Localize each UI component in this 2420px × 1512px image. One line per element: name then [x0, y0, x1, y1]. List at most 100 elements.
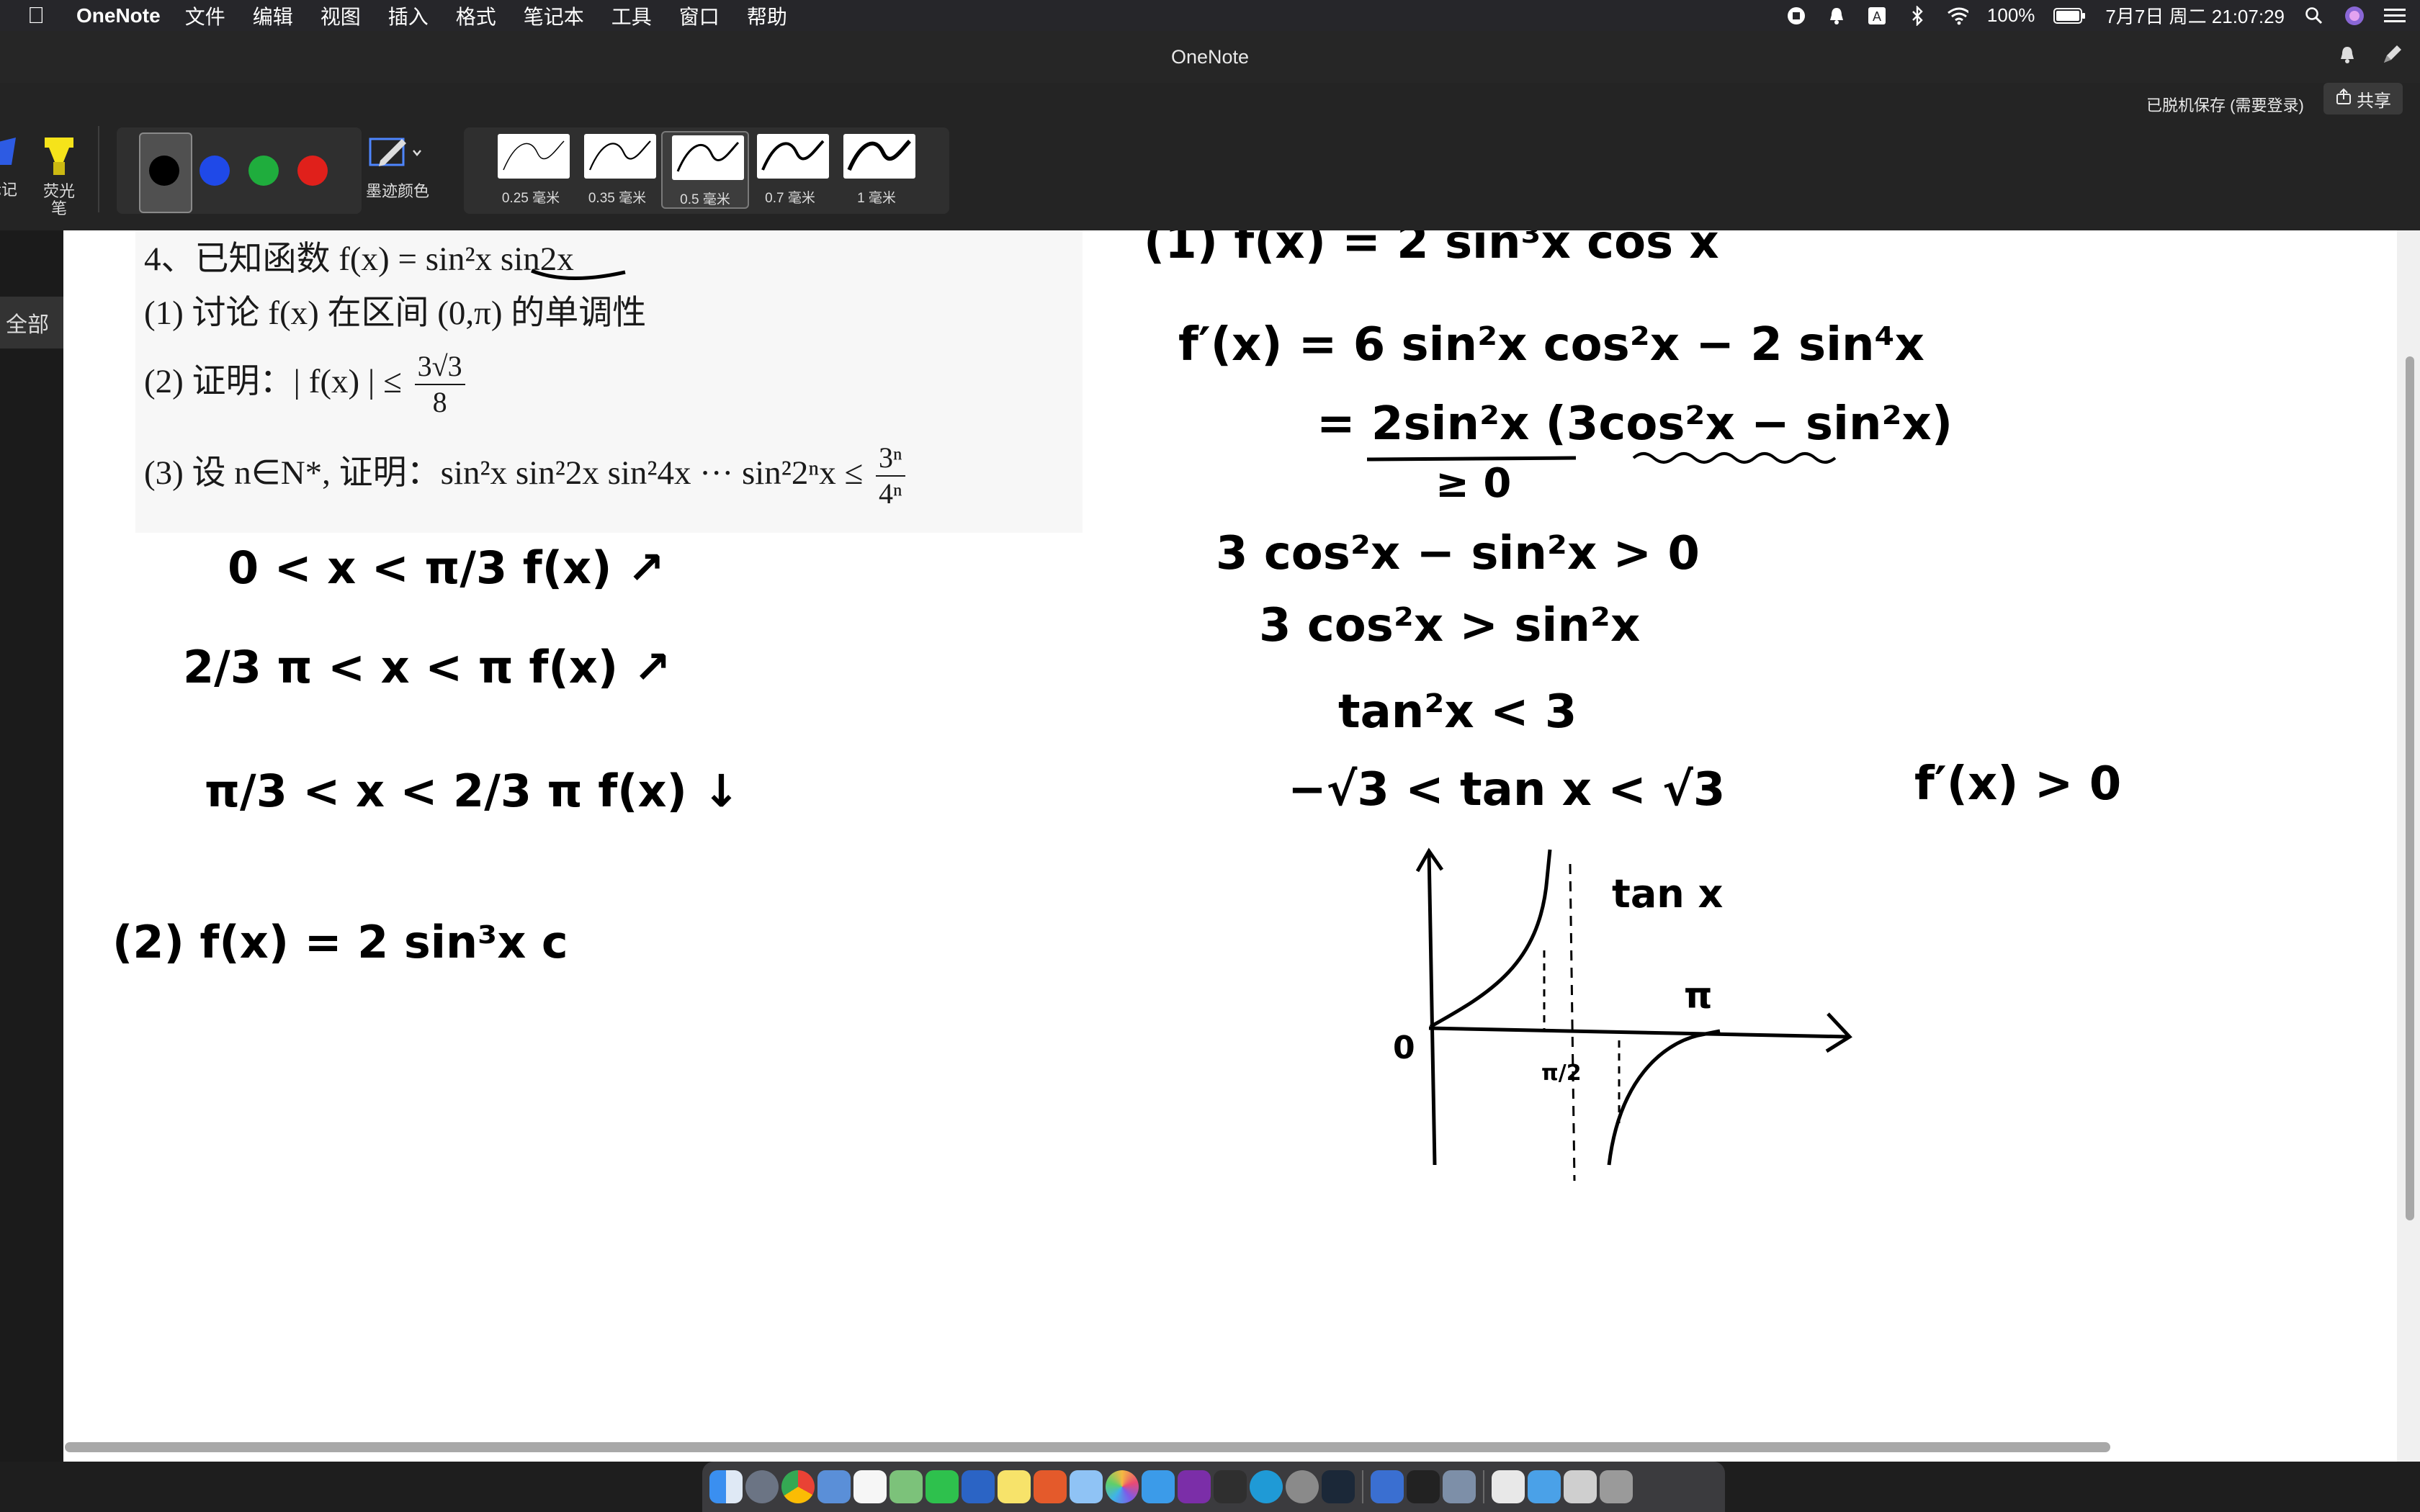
- notification-bell-icon[interactable]: [1826, 5, 1847, 27]
- menu-edit[interactable]: 编辑: [253, 1, 293, 30]
- thickness-label: 0.35 毫米: [588, 191, 647, 206]
- thickness-0.5mm[interactable]: 0.5 毫米: [661, 131, 749, 209]
- sidebar-tab-all[interactable]: 全部: [0, 297, 63, 348]
- ink-layer: 0 < x < π/3 f(x) ↗ 2/3 π < x < π f(x) ↗ …: [112, 230, 2121, 1182]
- menu-bar:  OneNote 文件 编辑 视图 插入 格式 笔记本 工具 窗口 帮助 A …: [0, 0, 2420, 31]
- folder-icon[interactable]: [1528, 1470, 1561, 1503]
- thickness-preview: [757, 134, 829, 179]
- control-center-icon[interactable]: [2384, 5, 2406, 27]
- notification-bell-icon[interactable]: [2339, 45, 2355, 69]
- word-icon[interactable]: [962, 1470, 995, 1503]
- screen-icon[interactable]: [1443, 1470, 1476, 1503]
- highlighter-icon: [45, 138, 73, 175]
- spotlight-search-icon[interactable]: [2303, 5, 2325, 27]
- color-swatch-blue[interactable]: [200, 156, 230, 186]
- graph-curve-right: [1607, 1029, 1721, 1166]
- battery-icon[interactable]: [2053, 5, 2087, 27]
- ink-text-right-6: 3 cos²x > sin²x: [1259, 599, 1640, 652]
- draw-ribbon: 已脱机保存 (需要登录) 共享 标记 荧光 笔 墨迹颜色 0.25 毫米 0.3…: [0, 83, 2420, 231]
- horizontal-scrollbar-thumb[interactable]: [65, 1442, 2110, 1452]
- window-title: OneNote: [1170, 45, 1250, 68]
- notes-icon[interactable]: [998, 1470, 1031, 1503]
- menu-file[interactable]: 文件: [185, 1, 225, 30]
- dock: [702, 1462, 1725, 1512]
- highlighter-tool[interactable]: 荧光 笔: [37, 135, 81, 217]
- ink-underline: [531, 269, 626, 280]
- thickness-preview: [584, 134, 656, 179]
- qq-icon[interactable]: [1407, 1470, 1440, 1503]
- maps-icon[interactable]: [889, 1470, 923, 1503]
- dock-separator: [1483, 1470, 1484, 1503]
- menu-help[interactable]: 帮助: [747, 1, 787, 30]
- note-canvas[interactable]: 4、已知函数 f(x) = sin²x sin2x (1) 讨论 f(x) 在区…: [63, 230, 2420, 1462]
- graph-x-arrow: [1825, 1012, 1852, 1053]
- menu-window[interactable]: 窗口: [679, 1, 720, 30]
- screen-record-icon[interactable]: [1785, 5, 1807, 27]
- ink-wavy-underline: [1632, 452, 1837, 464]
- tangent-graph: tan x π 0 π/2: [1393, 847, 1852, 1182]
- battery-percent: 100%: [1986, 4, 2035, 26]
- bird-icon[interactable]: [1214, 1470, 1247, 1503]
- document-icon[interactable]: [1492, 1470, 1525, 1503]
- menu-view[interactable]: 视图: [321, 1, 361, 30]
- preview-icon[interactable]: [817, 1470, 851, 1503]
- trash-icon[interactable]: [1600, 1470, 1633, 1503]
- onenote-icon[interactable]: [1178, 1470, 1211, 1503]
- menu-tools[interactable]: 工具: [611, 1, 652, 30]
- thickness-0.7mm[interactable]: 0.7 毫米: [748, 131, 833, 206]
- thickness-0.35mm[interactable]: 0.35 毫米: [575, 131, 660, 206]
- table-app-icon[interactable]: [1371, 1470, 1404, 1503]
- color-swatch-black[interactable]: [149, 156, 179, 186]
- marker-tool-label: 标记: [0, 181, 17, 199]
- ink-text-right-1: (1) f(x) = 2 sin³x cos x: [1144, 230, 1719, 269]
- thickness-preview: [672, 135, 744, 180]
- wechat-icon[interactable]: [926, 1470, 959, 1503]
- dock-separator: [1362, 1470, 1363, 1503]
- ink-text-right-4: ≥ 0: [1435, 460, 1511, 507]
- ink-text-right-8: −√3 < tan x < √3: [1288, 763, 1725, 816]
- vpn-icon[interactable]: [1070, 1470, 1103, 1503]
- thickness-preview: [498, 134, 570, 179]
- chrome-icon[interactable]: [781, 1470, 815, 1503]
- color-swatch-red[interactable]: [297, 156, 328, 186]
- window-title-bar: OneNote: [0, 31, 2420, 84]
- ribbon-divider: [98, 126, 99, 212]
- wifi-icon[interactable]: [1947, 5, 1968, 27]
- graph-label-pi: π: [1684, 975, 1713, 1017]
- ink-color-label: 墨迹颜色: [366, 182, 430, 200]
- menu-format[interactable]: 格式: [456, 1, 496, 30]
- thickness-1mm[interactable]: 1 毫米: [834, 131, 919, 206]
- color-swatch-green[interactable]: [248, 156, 279, 186]
- bluetooth-icon[interactable]: [1906, 5, 1928, 27]
- graph-label-origin: 0: [1393, 1030, 1415, 1066]
- menu-notebook[interactable]: 笔记本: [524, 1, 584, 30]
- ink-text-left-2: 2/3 π < x < π f(x) ↗: [183, 641, 671, 693]
- calendar-icon[interactable]: [853, 1470, 887, 1503]
- share-button[interactable]: 共享: [2323, 83, 2403, 114]
- share-icon: [2335, 88, 2352, 110]
- cloud-drive-icon[interactable]: [1142, 1470, 1175, 1503]
- launchpad-icon[interactable]: [745, 1470, 779, 1503]
- ink-text-right-9: f′(x) > 0: [1914, 757, 2121, 811]
- thickness-0.25mm[interactable]: 0.25 毫米: [488, 131, 573, 206]
- infuse-icon[interactable]: [1034, 1470, 1067, 1503]
- vertical-scrollbar-thumb[interactable]: [2406, 356, 2414, 1220]
- input-source-icon[interactable]: A: [1866, 5, 1888, 27]
- finder-icon[interactable]: [709, 1470, 743, 1503]
- siri-icon[interactable]: [2344, 5, 2365, 27]
- file-stack-icon[interactable]: [1564, 1470, 1597, 1503]
- graph-curve-left: [1429, 849, 1552, 1029]
- photos-icon[interactable]: [1106, 1470, 1139, 1503]
- sidebar-tab-label: 全部: [6, 313, 49, 337]
- menu-insert[interactable]: 插入: [388, 1, 429, 30]
- clock[interactable]: 7月7日 周二 21:07:29: [2105, 2, 2285, 29]
- ink-color-button[interactable]: 墨迹颜色: [366, 135, 431, 214]
- ink-text-right-7: tan²x < 3: [1338, 685, 1577, 739]
- app-menu[interactable]: OneNote: [76, 4, 161, 27]
- edge-icon[interactable]: [1250, 1470, 1283, 1503]
- apple-menu-icon[interactable]: : [27, 2, 63, 29]
- marker-tool[interactable]: 标记: [0, 135, 22, 199]
- pen-toggle-icon[interactable]: [2381, 44, 2403, 71]
- texshop-icon[interactable]: [1286, 1470, 1319, 1503]
- steam-icon[interactable]: [1322, 1470, 1355, 1503]
